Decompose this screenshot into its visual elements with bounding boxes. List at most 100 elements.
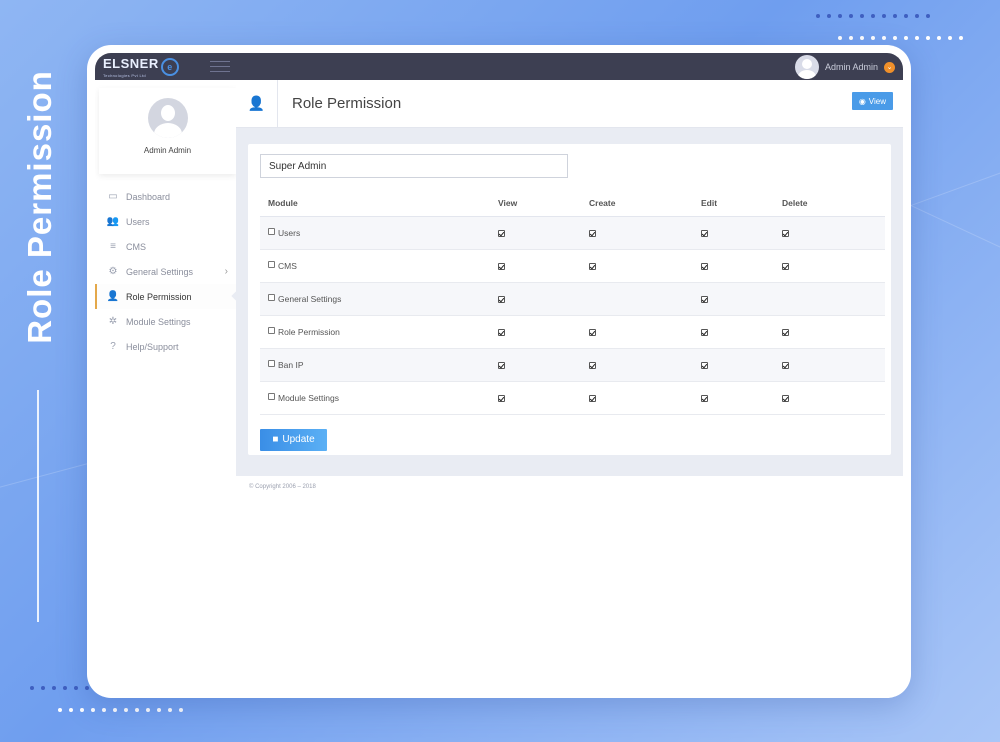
create-permission-checkbox[interactable] [589,262,596,270]
logo-subtitle: Technologies Pvt Ltd [103,73,146,78]
sidebar-item-label: Users [126,216,150,227]
user-check-icon: 👤 [236,79,278,128]
profile-card: Admin Admin [99,88,236,174]
sidebar-item-dashboard[interactable]: ▭ Dashboard [95,184,236,209]
role-name-input[interactable]: Super Admin [260,154,568,178]
table-header-row: Module View Create Edit Delete [260,190,885,217]
module-select-checkbox[interactable] [268,261,275,269]
footer-copyright: © Copyright 2006 – 2018 [249,484,316,490]
page-header: 👤 Role Permission ◉ View [236,79,903,128]
module-select-checkbox[interactable] [268,294,275,302]
sidebar: Admin Admin ▭ Dashboard 👥 Users ≡ CMS ⚙ … [95,80,243,690]
device-frame: ELSNER Technologies Pvt Ltd e Admin Admi… [87,45,911,698]
edit-cell [693,282,774,316]
edit-cell [693,348,774,382]
menu-toggle-icon[interactable] [210,61,230,72]
create-permission-checkbox[interactable] [589,361,596,369]
view-cell [490,348,581,382]
logo[interactable]: ELSNER Technologies Pvt Ltd e [103,55,179,78]
module-cell: Role Permission [260,315,490,349]
module-select-checkbox[interactable] [268,327,275,335]
view-permission-checkbox[interactable] [498,229,505,237]
create-cell [581,249,693,283]
column-header: View [490,190,581,217]
view-permission-checkbox[interactable] [498,394,505,402]
side-banner-title: Role Permission [21,70,58,344]
sidebar-item-general-settings[interactable]: ⚙ General Settings › [95,259,236,284]
column-header: Module [260,190,490,217]
sidebar-item-help-support[interactable]: ? Help/Support [95,334,236,359]
module-label: Role Permission [278,326,340,337]
edit-cell [693,249,774,283]
chevron-down-icon[interactable]: ⌄ [884,61,895,73]
content-area: Super Admin Module View Create Edit Dele… [236,128,903,476]
delete-cell [774,381,885,415]
sidebar-item-cms[interactable]: ≡ CMS [95,234,236,259]
top-navbar: ELSNER Technologies Pvt Ltd e Admin Admi… [95,53,903,80]
sidebar-item-label: CMS [126,241,146,252]
user-check-icon: 👤 [106,291,120,302]
module-select-checkbox[interactable] [268,228,275,236]
delete-permission-checkbox[interactable] [782,361,789,369]
sidebar-menu: ▭ Dashboard 👥 Users ≡ CMS ⚙ General Sett… [95,184,243,359]
column-header: Edit [693,190,774,217]
table-row: Ban IP [260,348,885,382]
edit-permission-checkbox[interactable] [701,328,708,336]
sidebar-item-label: Help/Support [126,341,179,352]
user-menu[interactable]: Admin Admin ⌄ [794,55,895,79]
page-title: Role Permission [292,95,402,112]
gear-icon: ✲ [108,316,118,327]
user-name: Admin Admin [824,62,878,72]
module-select-checkbox[interactable] [268,360,275,368]
delete-permission-checkbox[interactable] [782,262,789,270]
table-row: Users [260,216,885,250]
view-cell [490,282,581,316]
sidebar-item-role-permission[interactable]: 👤 Role Permission [95,284,243,309]
view-cell [490,315,581,349]
create-permission-checkbox[interactable] [589,328,596,336]
avatar [794,55,819,79]
sidebar-item-users[interactable]: 👥 Users [95,209,236,234]
column-header: Create [581,190,693,217]
create-cell [581,381,693,415]
permission-panel: Super Admin Module View Create Edit Dele… [248,144,891,455]
create-cell [581,216,693,250]
settings-icon: ⚙ [108,266,118,277]
view-cell [490,216,581,250]
chevron-right-icon: › [224,266,228,277]
sidebar-item-module-settings[interactable]: ✲ Module Settings [95,309,236,334]
permission-table: Module View Create Edit Delete Users CMS G… [260,190,885,415]
monitor-icon: ▭ [108,191,118,202]
edit-permission-checkbox[interactable] [701,394,708,402]
edit-permission-checkbox[interactable] [701,295,708,303]
delete-cell [774,249,885,283]
dot-pattern [58,708,183,712]
side-divider [37,390,39,622]
module-select-checkbox[interactable] [268,393,275,401]
sidebar-item-label: General Settings [126,266,194,277]
dot-pattern [816,14,930,18]
dot-pattern [838,36,963,40]
view-permission-checkbox[interactable] [498,328,505,336]
view-permission-checkbox[interactable] [498,295,505,303]
delete-permission-checkbox[interactable] [782,394,789,402]
edit-permission-checkbox[interactable] [701,361,708,369]
create-permission-checkbox[interactable] [589,229,596,237]
help-icon: ? [110,341,116,352]
update-button[interactable]: ■ Update [260,428,327,451]
edit-cell [693,216,774,250]
edit-cell [693,381,774,415]
create-permission-checkbox[interactable] [589,394,596,402]
view-button[interactable]: ◉ View [851,92,893,110]
delete-permission-checkbox[interactable] [782,229,789,237]
edit-permission-checkbox[interactable] [701,229,708,237]
eye-icon: ◉ [858,96,866,106]
view-cell [490,381,581,415]
delete-permission-checkbox[interactable] [782,328,789,336]
view-permission-checkbox[interactable] [498,361,505,369]
view-permission-checkbox[interactable] [498,262,505,270]
module-label: CMS [278,260,297,271]
delete-cell [774,315,885,349]
edit-permission-checkbox[interactable] [701,262,708,270]
save-icon: ■ [272,434,279,445]
